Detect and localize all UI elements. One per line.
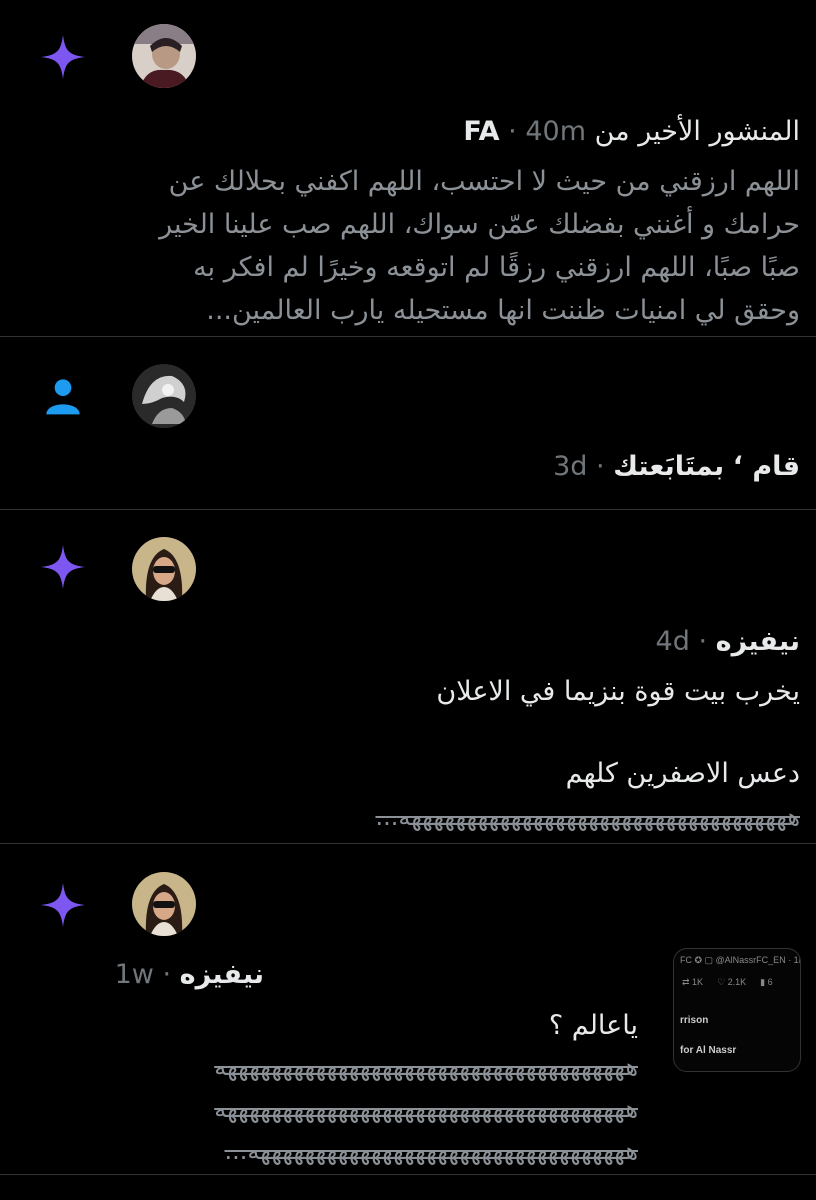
separator: · xyxy=(596,451,605,482)
post-text-laugh[interactable]: ههههههههههههههههههههههههههههههههههه... xyxy=(130,1130,639,1173)
author-name[interactable]: FA xyxy=(463,116,499,147)
notification-header: قام ‘ بمتَابَعتك · 3d xyxy=(130,449,800,485)
post-text-line[interactable]: ياعالم ؟ xyxy=(130,1004,638,1047)
notification-item[interactable]: قام ‘ بمتَابَعتك · 3d xyxy=(0,337,816,510)
timestamp: 3d xyxy=(553,451,588,482)
views-icon: ▮ 6 xyxy=(760,977,773,987)
author-name[interactable]: نيفيزه xyxy=(180,959,264,990)
separator: · xyxy=(698,626,708,657)
notification-header: نيفيزه · 1w xyxy=(115,957,264,993)
sparkle-icon xyxy=(38,880,88,930)
avatar[interactable] xyxy=(132,24,196,88)
timestamp: 1w xyxy=(114,959,154,990)
author-name[interactable]: نيفيزه xyxy=(716,626,800,657)
separator: · xyxy=(508,116,517,147)
notifications-feed: المنشور الأخير من FA · 40m اللهم ارزقني … xyxy=(0,0,816,1200)
separator: · xyxy=(162,959,172,990)
post-text-line[interactable]: يخرب بيت قوة بنزيما في الاعلان xyxy=(130,670,800,713)
person-icon xyxy=(38,371,88,421)
post-text-laugh[interactable]: هههههههههههههههههههههههههههههههههههههه xyxy=(130,1088,639,1131)
quoted-post-card[interactable]: FC ✪ ▢ @AlNassrFC_EN · 1h ⇄ 1K ♡ 2.1K ▮ … xyxy=(673,948,801,1072)
quoted-post-stats: ⇄ 1K ♡ 2.1K ▮ 6 xyxy=(682,977,773,988)
sparkle-icon xyxy=(38,542,88,592)
notification-item[interactable]: المنشور الأخير من FA · 40m اللهم ارزقني … xyxy=(0,0,816,337)
post-text[interactable]: اللهم ارزقني من حيث لا احتسب، اللهم اكفن… xyxy=(130,160,800,332)
post-text-laugh[interactable]: هههههههههههههههههههههههههههههههههههه... xyxy=(130,796,801,839)
actor-name[interactable]: قام ‘ xyxy=(733,451,800,482)
post-text-line[interactable]: دعس الاصفرين كلهم xyxy=(130,752,800,795)
timestamp: 4d xyxy=(655,626,690,657)
avatar[interactable] xyxy=(132,872,196,936)
quoted-post-header: FC ✪ ▢ @AlNassrFC_EN · 1h xyxy=(680,955,801,965)
like-count: 2.1K xyxy=(727,977,747,987)
follow-action: بمتَابَعتك xyxy=(613,451,725,482)
views-count: 6 xyxy=(767,977,773,987)
repost-count: 1K xyxy=(692,977,704,987)
notification-item[interactable]: نيفيزه · 4d يخرب بيت قوة بنزيما في الاعل… xyxy=(0,510,816,844)
timestamp: 40m xyxy=(525,116,587,147)
avatar[interactable] xyxy=(132,537,196,601)
quoted-post-line: rrison xyxy=(680,1015,709,1026)
like-icon: ♡ 2.1K xyxy=(717,977,747,987)
sparkle-icon xyxy=(38,32,88,82)
quoted-post-line: for Al Nassr xyxy=(680,1045,737,1056)
avatar[interactable] xyxy=(132,364,196,428)
notification-header: نيفيزه · 4d xyxy=(130,624,800,660)
notification-title: المنشور الأخير من xyxy=(594,116,800,147)
repost-icon: ⇄ 1K xyxy=(682,977,704,987)
post-text-laugh[interactable]: هههههههههههههههههههههههههههههههههههههه xyxy=(130,1046,639,1089)
notification-header: المنشور الأخير من FA · 40m xyxy=(130,114,800,150)
